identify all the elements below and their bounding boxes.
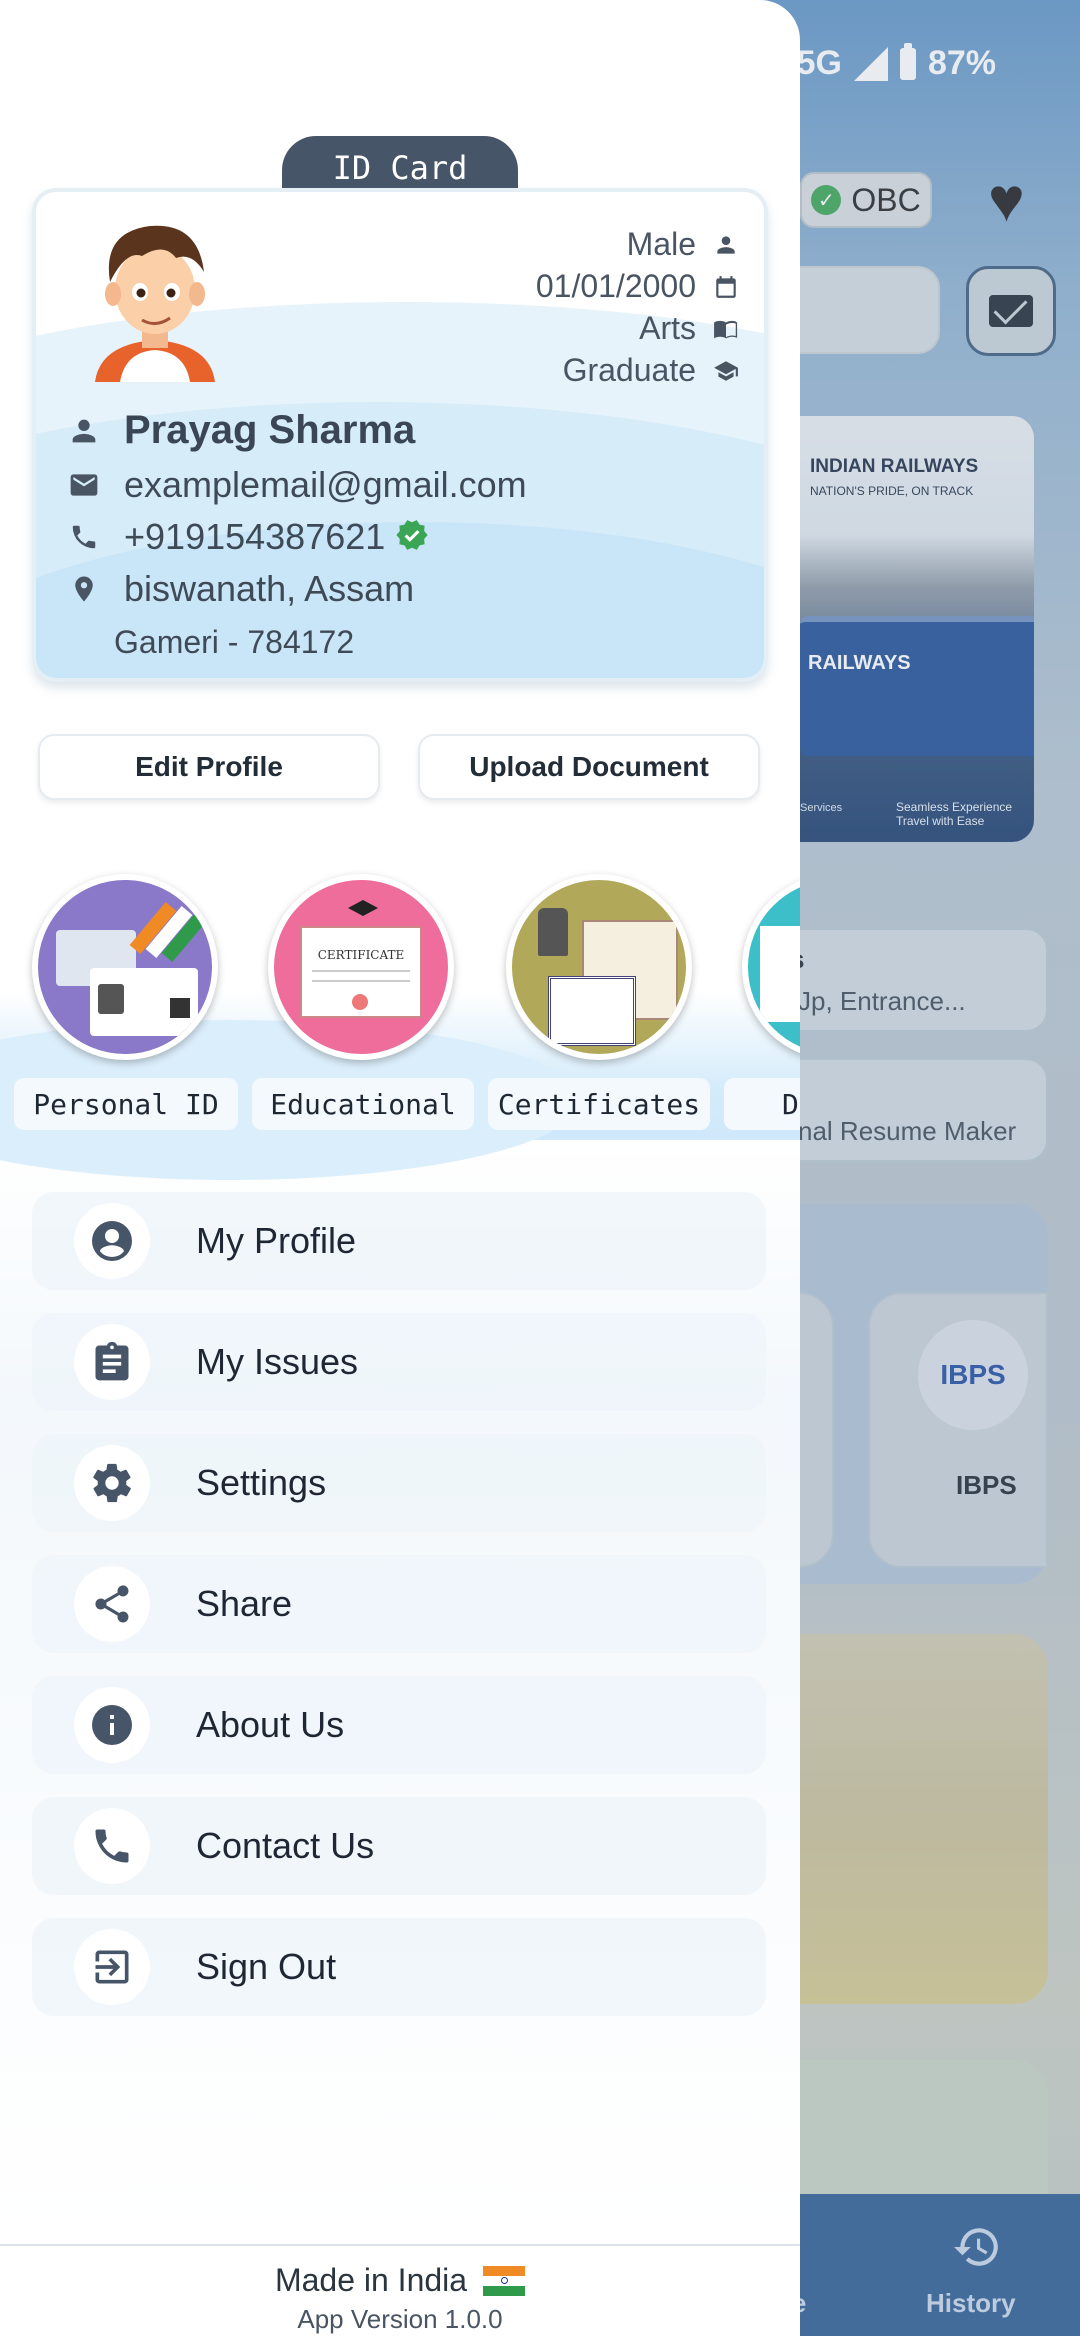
gender-row: Male: [627, 226, 740, 263]
menu-item-contact-us[interactable]: Contact Us: [32, 1797, 766, 1895]
menu-item-settings[interactable]: Settings: [32, 1434, 766, 1532]
logout-icon: [74, 1929, 150, 2005]
personal-id-category[interactable]: [32, 874, 218, 1060]
made-in-india: Made in India: [0, 2262, 800, 2299]
navigation-drawer: ID Card Male 01/01/2000 Arts Graduate Pr…: [0, 0, 800, 2336]
menu-label: Share: [196, 1583, 293, 1624]
india-flag-icon: [483, 2265, 526, 2296]
menu-item-my-issues[interactable]: My Issues: [32, 1313, 766, 1411]
book-icon: [712, 315, 740, 343]
verified-icon: [395, 518, 429, 557]
clipboard-icon: [74, 1324, 150, 1400]
email-icon: [66, 467, 102, 503]
certificate-image: CERTIFICATE: [300, 926, 422, 1018]
phone-icon: [66, 519, 102, 555]
upload-document-button[interactable]: Upload Document: [418, 734, 760, 800]
aadhaar-card-image: [90, 968, 198, 1036]
menu-item-my-profile[interactable]: My Profile: [32, 1192, 766, 1290]
phone-row: +919154387621: [66, 516, 429, 558]
location-pin-icon: [66, 571, 102, 607]
location-row: biswanath, Assam: [66, 568, 414, 610]
profile-phone: +919154387621: [124, 516, 386, 557]
menu-item-about-us[interactable]: About Us: [32, 1676, 766, 1774]
person-icon: [712, 231, 740, 259]
graduation-cap-icon: [712, 357, 740, 385]
menu-label: My Issues: [196, 1341, 359, 1382]
certificates-label[interactable]: Certificates: [488, 1078, 710, 1130]
phone-icon: [74, 1808, 150, 1884]
avatar: [95, 225, 215, 382]
educational-label[interactable]: Educational: [252, 1078, 474, 1130]
qualification-value: Graduate: [562, 352, 696, 388]
menu-label: About Us: [196, 1704, 345, 1745]
email-row: examplemail@gmail.com: [66, 464, 527, 506]
account-circle-icon: [74, 1203, 150, 1279]
fourth-category[interactable]: [742, 874, 800, 1060]
profile-name: Prayag Sharma: [124, 408, 416, 452]
educational-category[interactable]: CERTIFICATE: [268, 874, 454, 1060]
menu-label: Settings: [196, 1462, 327, 1503]
fourth-category-label[interactable]: D: [724, 1078, 800, 1130]
person-icon: [66, 413, 102, 449]
personal-id-label[interactable]: Personal ID: [14, 1078, 238, 1130]
stream-row: Arts: [639, 310, 740, 347]
edit-profile-button[interactable]: Edit Profile: [38, 734, 380, 800]
document-image: [760, 926, 800, 1022]
certificates-category[interactable]: [506, 874, 692, 1060]
made-in-label: Made in India: [274, 2262, 468, 2298]
share-icon: [74, 1566, 150, 1642]
id-card[interactable]: Male 01/01/2000 Arts Graduate Prayag Sha…: [32, 188, 768, 682]
info-icon: [74, 1687, 150, 1763]
name-row: Prayag Sharma: [66, 408, 415, 453]
dob-value: 01/01/2000: [535, 268, 696, 304]
emblem-icon: [538, 908, 568, 956]
profile-email: examplemail@gmail.com: [124, 464, 527, 505]
dob-row: 01/01/2000: [536, 268, 740, 305]
menu-item-share[interactable]: Share: [32, 1555, 766, 1653]
menu-label: Contact Us: [196, 1825, 375, 1866]
stream-value: Arts: [639, 310, 696, 346]
profile-pincode: Gameri - 784172: [114, 624, 355, 660]
graduation-cap-icon: [348, 900, 378, 916]
gender-value: Male: [626, 226, 696, 262]
birth-certificate-image: [548, 976, 636, 1046]
menu-label: My Profile: [196, 1220, 357, 1261]
calendar-icon: [712, 273, 740, 301]
document-categories: Personal ID CERTIFICATE Educational Cert…: [0, 840, 800, 1180]
profile-location: biswanath, Assam: [124, 568, 415, 609]
qualification-row: Graduate: [563, 352, 740, 389]
menu-item-sign-out[interactable]: Sign Out: [32, 1918, 766, 2016]
drawer-footer: Made in India App Version 1.0.0: [0, 2244, 800, 2336]
app-version: App Version 1.0.0: [297, 2304, 503, 2334]
menu-label: Sign Out: [196, 1946, 337, 1987]
gear-icon: [74, 1445, 150, 1521]
